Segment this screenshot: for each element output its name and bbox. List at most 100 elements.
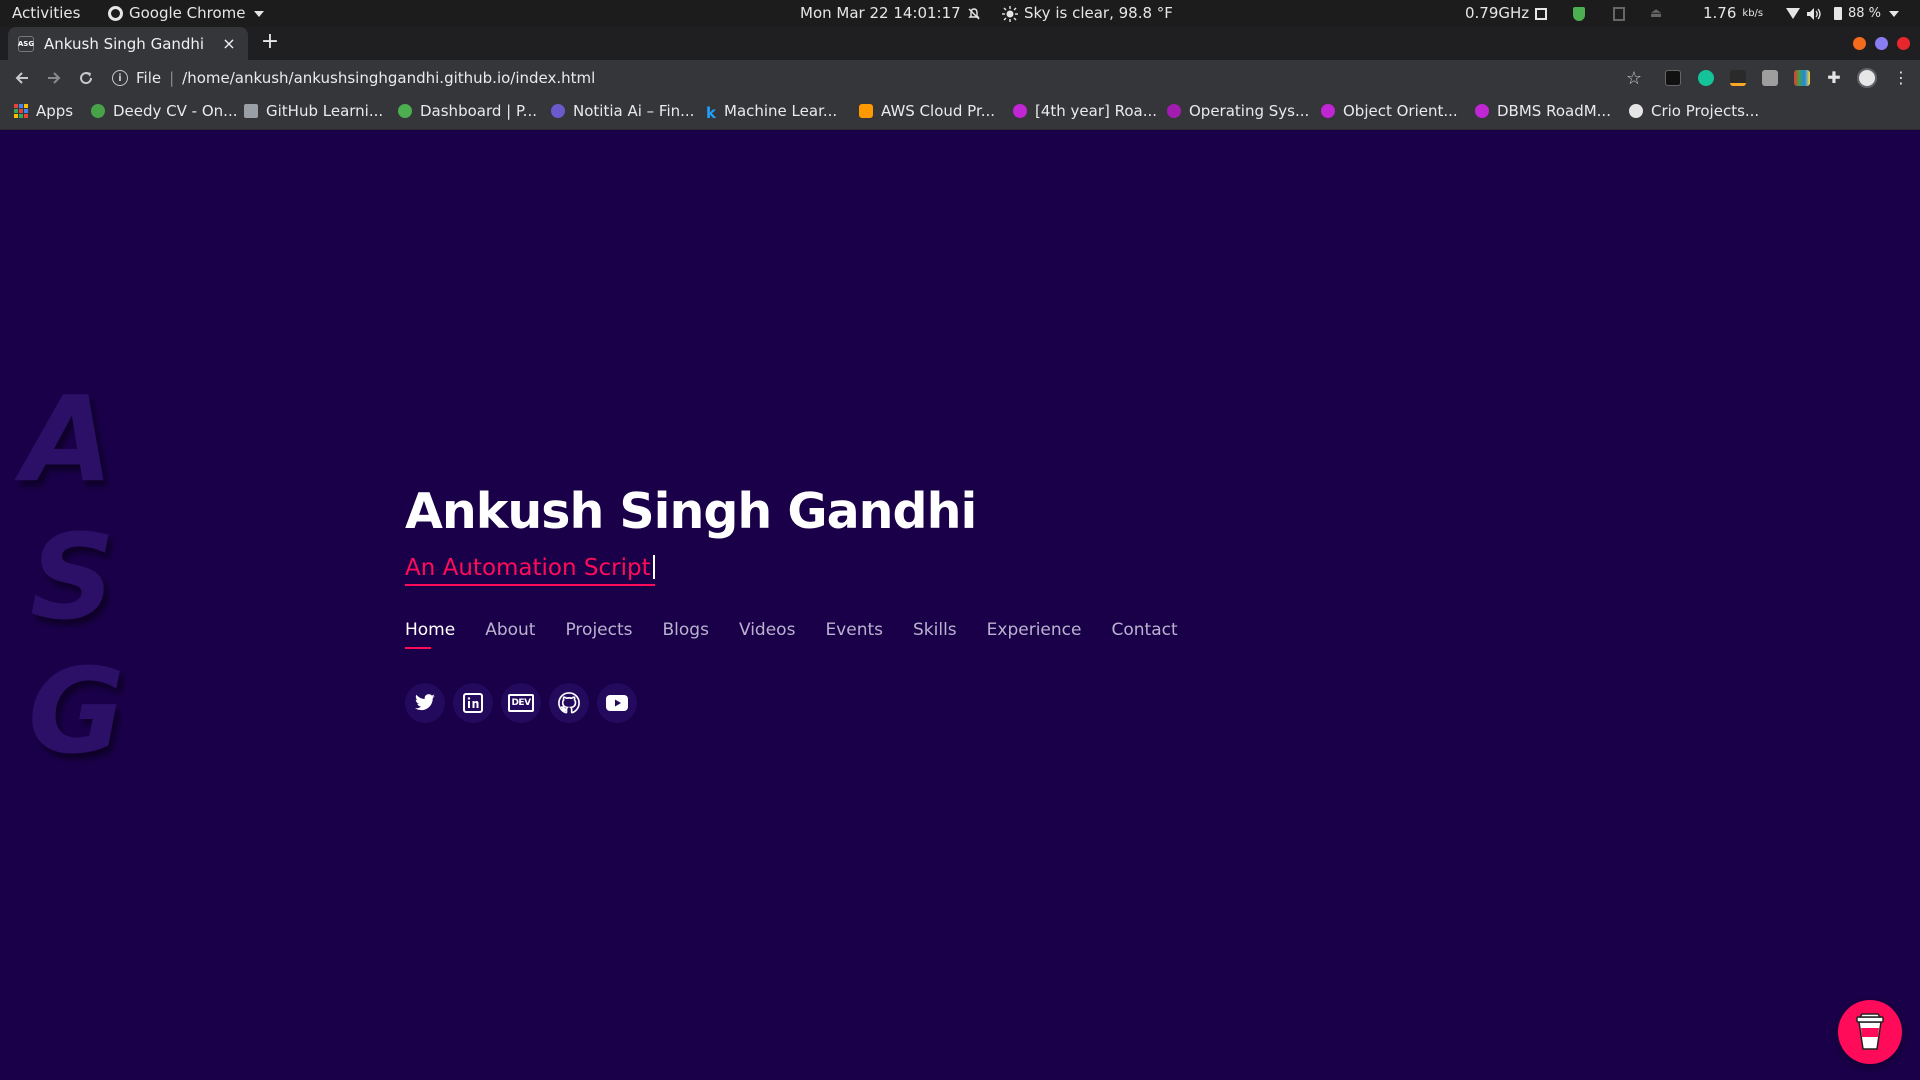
youtube-icon (606, 695, 628, 711)
tab-title: Ankush Singh Gandhi (44, 34, 205, 53)
battery-text: 88 % (1848, 6, 1882, 21)
system-menu[interactable]: 88 % (1786, 0, 1900, 27)
avatar[interactable] (1857, 68, 1877, 88)
forward-button[interactable] (42, 66, 66, 90)
bookmark-item[interactable]: Deedy CV - On... (91, 96, 237, 126)
weather-indicator[interactable]: Sky is clear, 98.8 °F (1002, 0, 1173, 27)
twitter-link[interactable] (405, 683, 445, 723)
arrow-left-icon (15, 72, 28, 84)
bookmark-label: Deedy CV - On... (113, 102, 238, 120)
coffee-cup-icon (1856, 1013, 1884, 1050)
cpu-freq-text: 0.79GHz (1465, 4, 1530, 22)
medium-m-icon (1321, 104, 1335, 118)
bookmark-item[interactable]: AWS Cloud Pr... (859, 96, 995, 126)
minimize-button[interactable] (1853, 37, 1866, 50)
dev-to-link[interactable]: DEV (501, 683, 541, 723)
bookmark-item[interactable]: DBMS RoadM... (1475, 96, 1611, 126)
cpu-indicator[interactable]: 0.79GHz (1465, 0, 1548, 27)
background-monogram-letter: S (30, 508, 115, 646)
bookmark-label: Object Orient... (1343, 102, 1458, 120)
app-menu[interactable]: Google Chrome (108, 0, 264, 27)
maximize-button[interactable] (1875, 37, 1888, 50)
eject-indicator[interactable]: ⏏ (1650, 0, 1662, 27)
url-scheme: File (136, 69, 162, 87)
cpu-icon (1535, 7, 1548, 20)
bookmark-item[interactable]: [4th year] Roa... (1013, 96, 1157, 126)
nav-link-events[interactable]: Events (825, 620, 883, 640)
bookmark-item[interactable]: Object Orient... (1321, 96, 1458, 126)
nav-link-videos[interactable]: Videos (739, 620, 796, 640)
url-separator: | (169, 69, 175, 87)
address-bar[interactable]: i File | /home/ankush/ankushsinghgandhi.… (112, 64, 1652, 92)
subtitle-text: An Automation Script (405, 555, 651, 581)
medium-m-icon (1475, 104, 1489, 118)
extension-icon[interactable] (1665, 70, 1681, 86)
more-menu-icon[interactable]: ⋮ (1893, 70, 1909, 86)
extension-icon[interactable] (1730, 70, 1746, 86)
extension-icon[interactable] (1762, 70, 1778, 86)
bookmark-label: Notitia Ai – Fin... (573, 102, 695, 120)
buy-me-a-coffee-button[interactable] (1838, 1000, 1902, 1064)
extensions-puzzle-icon[interactable]: ✚ (1826, 70, 1842, 86)
bookmark-item[interactable]: Operating Sys... (1167, 96, 1309, 126)
back-button[interactable] (10, 66, 34, 90)
clock[interactable]: Mon Mar 22 14:01:17 (800, 0, 981, 27)
typed-subtitle: An Automation Script (405, 555, 655, 586)
bookmark-star-button[interactable]: ☆ (1622, 66, 1646, 90)
shield-icon (1573, 6, 1585, 21)
bookmark-apps[interactable]: Apps (14, 96, 73, 126)
bookmark-label: AWS Cloud Pr... (881, 102, 996, 120)
bookmark-label: GitHub Learni... (266, 102, 384, 120)
github-learning-icon (244, 104, 258, 118)
nav-link-about[interactable]: About (485, 620, 535, 640)
bookmark-item[interactable]: Notitia Ai – Fin... (551, 96, 694, 126)
nav-link-home[interactable]: Home (405, 620, 455, 649)
linkedin-link[interactable] (453, 683, 493, 723)
chevron-down-icon (253, 10, 264, 17)
dev-icon: DEV (508, 694, 534, 712)
reload-button[interactable] (74, 66, 98, 90)
bookmark-label: Apps (36, 102, 74, 120)
github-link[interactable] (549, 683, 589, 723)
tab-strip: ASG Ankush Singh Gandhi × + (0, 27, 1920, 60)
close-window-button[interactable] (1897, 37, 1910, 50)
tab-active[interactable]: ASG Ankush Singh Gandhi × (8, 27, 248, 60)
kaggle-icon: k (706, 104, 716, 122)
weather-text: Sky is clear, 98.8 °F (1024, 4, 1173, 22)
star-icon: ☆ (1625, 67, 1643, 89)
nav-link-contact[interactable]: Contact (1111, 620, 1177, 640)
datetime-text: Mon Mar 22 14:01:17 (800, 4, 961, 22)
close-icon[interactable]: × (220, 34, 238, 53)
activities-button[interactable]: Activities (12, 0, 80, 27)
new-tab-button[interactable]: + (258, 31, 282, 55)
bookmark-item[interactable]: k Machine Lear... (706, 96, 837, 126)
shield-indicator[interactable] (1573, 0, 1585, 27)
nav-link-projects[interactable]: Projects (565, 620, 632, 640)
bookmark-item[interactable]: Dashboard | P... (398, 96, 537, 126)
page-title: Ankush Singh Gandhi (405, 483, 977, 540)
nav-link-blogs[interactable]: Blogs (663, 620, 709, 640)
color-picker-icon[interactable] (1794, 70, 1810, 86)
youtube-link[interactable] (597, 683, 637, 723)
background-monogram-letter: G (28, 642, 125, 780)
app-name: Google Chrome (129, 4, 246, 22)
arrow-right-icon (48, 72, 61, 84)
portfolio-page: A S G Ankush Singh Gandhi An Automation … (0, 130, 1920, 1080)
activities-label: Activities (12, 4, 81, 22)
clipboard-indicator[interactable] (1613, 0, 1625, 27)
url-text: /home/ankush/ankushsinghgandhi.github.io… (182, 69, 596, 87)
bookmark-label: DBMS RoadM... (1497, 102, 1611, 120)
info-icon[interactable]: i (112, 70, 128, 86)
bookmark-item[interactable]: GitHub Learni... (244, 96, 383, 126)
typing-caret (652, 555, 655, 579)
net-speed-text: 1.76 (1703, 4, 1737, 22)
nav-link-skills[interactable]: Skills (913, 620, 957, 640)
nav-link-experience[interactable]: Experience (987, 620, 1082, 640)
network-speed[interactable]: 1.76 kb/s (1703, 0, 1763, 27)
diamond-icon (1167, 104, 1181, 118)
bookmark-item[interactable]: Crio Projects... (1629, 96, 1759, 126)
twitter-icon (415, 694, 435, 711)
tab-favicon: ASG (18, 35, 34, 52)
grammarly-icon[interactable] (1698, 70, 1714, 86)
notitia-icon (551, 104, 565, 118)
